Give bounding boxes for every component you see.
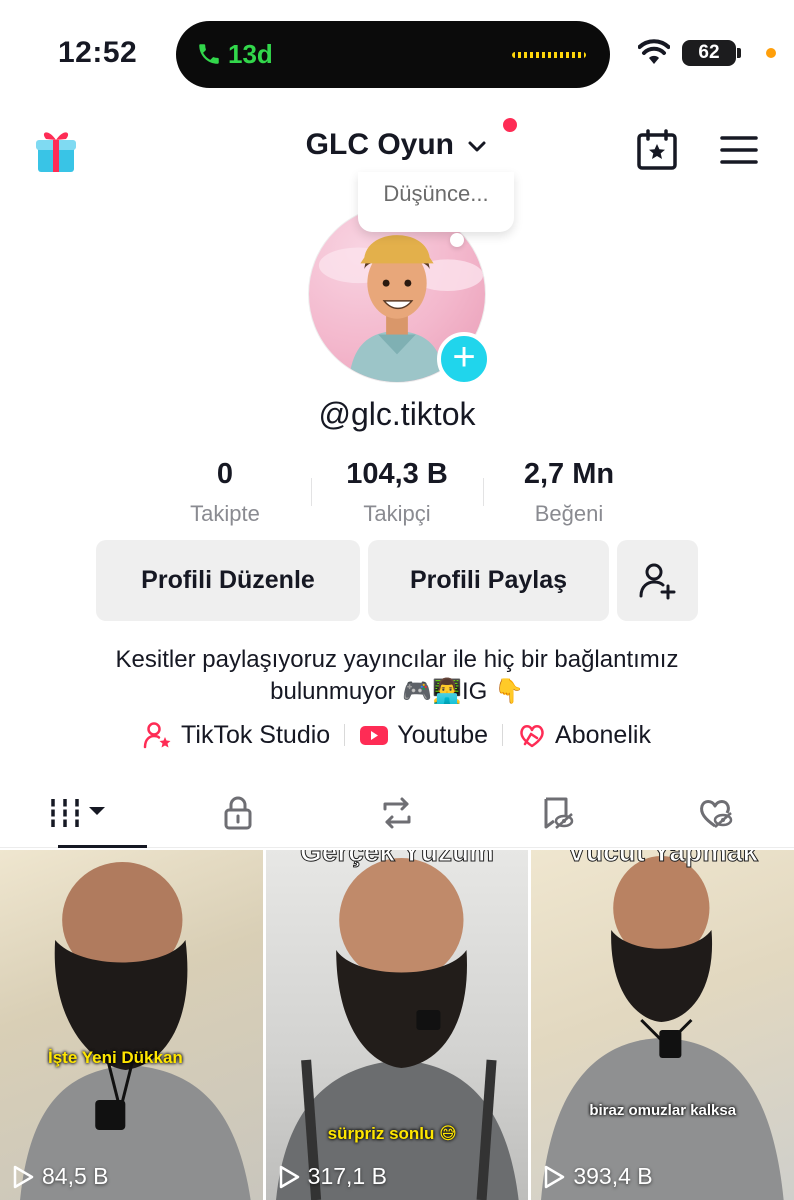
stat-label: Takipte bbox=[190, 501, 260, 526]
call-duration: 13d bbox=[228, 39, 273, 69]
chevron-down-icon bbox=[468, 141, 486, 152]
add-person-icon bbox=[639, 563, 675, 600]
play-icon bbox=[545, 1165, 565, 1188]
lock-icon bbox=[224, 796, 252, 829]
add-story-button[interactable]: + bbox=[437, 332, 491, 386]
username: @glc.tiktok bbox=[318, 396, 476, 432]
phone-icon bbox=[199, 44, 219, 64]
video-caption: biraz omuzlar kalksa bbox=[589, 1102, 737, 1119]
thought-bubble-tail bbox=[450, 233, 464, 247]
calendar-star-icon[interactable] bbox=[636, 129, 678, 171]
link-label: Abonelik bbox=[555, 720, 651, 749]
link-label: TikTok Studio bbox=[181, 720, 331, 749]
view-count: 393,4 B bbox=[543, 1163, 653, 1190]
tab-reposts[interactable] bbox=[318, 778, 477, 847]
youtube-link[interactable]: Youtube bbox=[345, 720, 502, 750]
video-title: "Vücut Yapmak" bbox=[553, 850, 772, 868]
youtube-icon bbox=[360, 726, 389, 745]
profile-stats: 0 Takipte 104,3 B Takipçi 2,7 Mn Beğeni bbox=[0, 458, 794, 527]
play-icon bbox=[13, 1165, 34, 1188]
play-icon bbox=[279, 1165, 299, 1188]
thought-bubble[interactable]: Düşünce... bbox=[358, 172, 514, 232]
tab-private[interactable] bbox=[159, 778, 318, 847]
stat-following[interactable]: 0 Takipte bbox=[139, 458, 311, 527]
profile-tabs bbox=[0, 778, 794, 848]
bio: Kesitler paylaşıyoruz yayıncılar ile hiç… bbox=[40, 644, 754, 708]
video-thumbnail[interactable]: Gerçek Yüzüm sürpriz sonlu 😅 317,1 B bbox=[265, 850, 529, 1200]
video-person-image bbox=[275, 858, 519, 1200]
stat-value: 104,3 B bbox=[346, 458, 448, 490]
stat-value: 2,7 Mn bbox=[523, 458, 615, 490]
privacy-indicator bbox=[766, 48, 776, 58]
menu-icon[interactable] bbox=[720, 134, 758, 166]
stat-likes[interactable]: 2,7 Mn Beğeni bbox=[483, 458, 655, 527]
link-label: Youtube bbox=[397, 720, 489, 749]
status-time: 12:52 bbox=[58, 36, 138, 69]
bio-line: Kesitler paylaşıyoruz yayıncılar ile hiç… bbox=[115, 646, 679, 673]
stat-label: Takipçi bbox=[363, 501, 431, 526]
liked-hidden-icon bbox=[699, 799, 732, 828]
edit-profile-button[interactable]: Profili Düzenle bbox=[96, 540, 360, 621]
person-star-icon bbox=[143, 722, 171, 749]
subscription-link[interactable]: Abonelik bbox=[503, 720, 665, 750]
notification-dot bbox=[503, 118, 517, 132]
tab-videos[interactable] bbox=[0, 778, 159, 848]
video-thumbnail[interactable]: "Vücut Yapmak" biraz omuzlar kalksa 393,… bbox=[531, 850, 794, 1200]
view-count-label: 84,5 B bbox=[42, 1163, 109, 1189]
subscription-icon bbox=[520, 725, 544, 748]
waveform-icon bbox=[512, 52, 586, 58]
video-person-image bbox=[20, 862, 251, 1200]
battery-icon: 62 bbox=[682, 40, 741, 66]
videos-grid-icon bbox=[50, 798, 106, 827]
video-person-image bbox=[541, 856, 784, 1200]
view-count-label: 393,4 B bbox=[573, 1163, 653, 1189]
view-count: 317,1 B bbox=[278, 1163, 387, 1190]
repost-icon bbox=[383, 797, 411, 828]
wifi-icon bbox=[638, 39, 670, 64]
profile-links: TikTok Studio Youtube Abonelik bbox=[0, 720, 794, 750]
video-caption: sürpriz sonlu 😅 bbox=[327, 1124, 457, 1143]
tab-favorites[interactable] bbox=[476, 778, 635, 847]
add-friend-button[interactable] bbox=[617, 540, 698, 621]
video-thumbnail[interactable]: İşte Yeni Dükkan 84,5 B bbox=[0, 850, 263, 1200]
video-title: Gerçek Yüzüm bbox=[299, 850, 495, 868]
view-count: 84,5 B bbox=[12, 1163, 109, 1190]
tiktok-studio-link[interactable]: TikTok Studio bbox=[129, 720, 344, 750]
account-name: GLC Oyun bbox=[305, 128, 454, 161]
stat-followers[interactable]: 104,3 B Takipçi bbox=[311, 458, 483, 527]
view-count-label: 317,1 B bbox=[307, 1163, 387, 1189]
bio-line: bulunmuyor 🎮👨‍💻IG 👇 bbox=[270, 678, 524, 705]
share-profile-button[interactable]: Profili Paylaş bbox=[368, 540, 609, 621]
video-caption: İşte Yeni Dükkan bbox=[48, 1048, 183, 1067]
tab-liked[interactable] bbox=[635, 778, 794, 847]
stat-label: Beğeni bbox=[534, 501, 604, 526]
stat-value: 0 bbox=[216, 458, 234, 490]
dynamic-island[interactable]: 13d bbox=[176, 21, 610, 88]
favorites-hidden-icon bbox=[544, 797, 574, 829]
video-grid: İşte Yeni Dükkan 84,5 B Gerçek Yüzüm sür… bbox=[0, 850, 794, 1200]
